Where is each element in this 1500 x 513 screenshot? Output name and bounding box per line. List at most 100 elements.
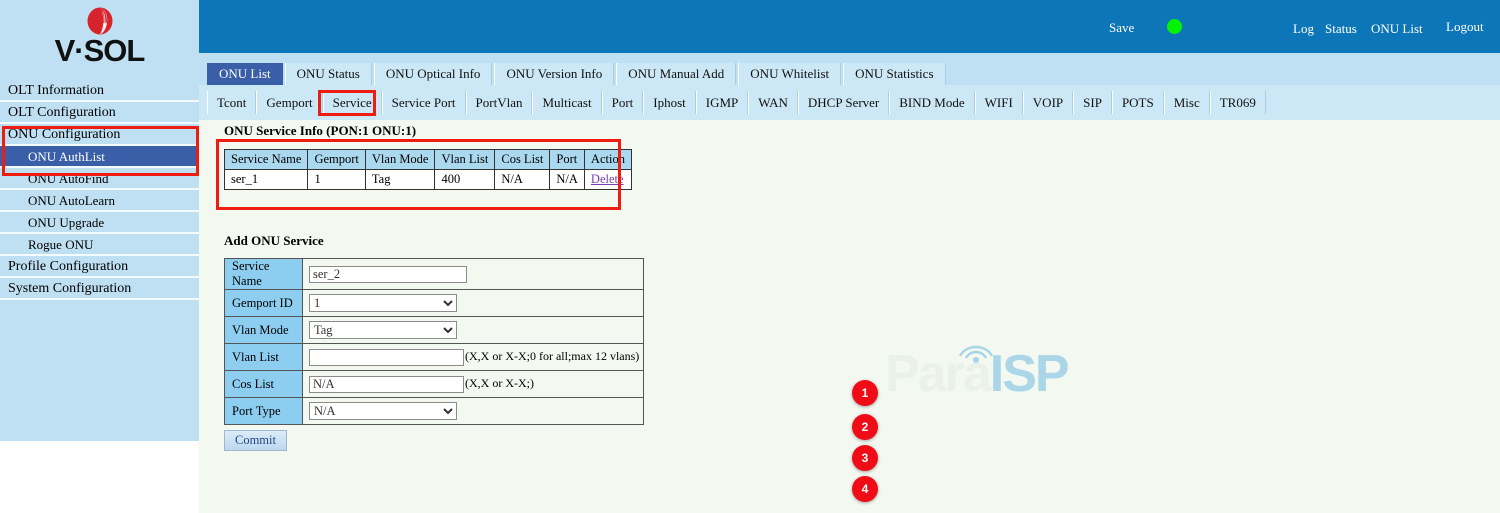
tab-sip[interactable]: SIP bbox=[1073, 91, 1112, 114]
sidebar-item-olt-configuration[interactable]: OLT Configuration bbox=[0, 102, 199, 124]
tab-tr069[interactable]: TR069 bbox=[1210, 91, 1266, 114]
tab-wan[interactable]: WAN bbox=[748, 91, 798, 114]
table-cell-cos-list: N/A bbox=[495, 170, 550, 190]
tab-portvlan[interactable]: PortVlan bbox=[466, 91, 533, 114]
tab-misc[interactable]: Misc bbox=[1164, 91, 1210, 114]
tab-onu-status[interactable]: ONU Status bbox=[285, 63, 372, 85]
tab-pots[interactable]: POTS bbox=[1112, 91, 1164, 114]
tab-wifi[interactable]: WIFI bbox=[975, 91, 1023, 114]
primary-tab-bar: ONU ListONU StatusONU Optical InfoONU Ve… bbox=[199, 53, 1500, 85]
tab-igmp[interactable]: IGMP bbox=[696, 91, 749, 114]
delete-link[interactable]: Delete bbox=[591, 172, 624, 186]
app-root: V·SOL OLT InformationOLT ConfigurationON… bbox=[0, 0, 1500, 513]
table-cell-vlan-mode: Tag bbox=[365, 170, 435, 190]
label-vlan-list: Vlan List bbox=[225, 344, 303, 371]
sidebar-item-onu-autofind[interactable]: ONU AutoFind bbox=[0, 168, 199, 190]
table-header-cell: Vlan List bbox=[435, 150, 495, 170]
brand-wordmark: V·SOL bbox=[55, 35, 145, 66]
table-header-cell: Gemport bbox=[308, 150, 365, 170]
table-cell-service-name: ser_1 bbox=[225, 170, 308, 190]
table-cell-action[interactable]: Delete bbox=[584, 170, 631, 190]
table-header-cell: Service Name bbox=[225, 150, 308, 170]
cos-list-input[interactable] bbox=[309, 376, 464, 393]
tab-service[interactable]: Service bbox=[323, 91, 382, 114]
callout-badge-4: 4 bbox=[852, 476, 878, 502]
vlan-list-input[interactable] bbox=[309, 349, 464, 366]
callout-badge-3: 3 bbox=[852, 445, 878, 471]
vlan-list-hint: (X,X or X-X;0 for all;max 12 vlans) bbox=[465, 349, 639, 363]
table-row: ser_11Tag400N/AN/ADelete bbox=[225, 170, 632, 190]
port-type-select[interactable]: N/AETHWIFIPOTS bbox=[309, 402, 457, 420]
vlan-mode-select[interactable]: TagTransparentTranslation bbox=[309, 321, 457, 339]
topbar-link-logout[interactable]: Logout bbox=[1446, 19, 1484, 35]
tab-onu-whitelist[interactable]: ONU Whitelist bbox=[738, 63, 841, 85]
label-gemport-id: Gemport ID bbox=[225, 290, 303, 317]
sidebar-item-olt-information[interactable]: OLT Information bbox=[0, 80, 199, 102]
service-name-input[interactable] bbox=[309, 266, 467, 283]
tab-service-port[interactable]: Service Port bbox=[382, 91, 466, 114]
tab-tcont[interactable]: Tcont bbox=[207, 91, 256, 114]
secondary-tab-bar: TcontGemportServiceService PortPortVlanM… bbox=[199, 85, 1500, 120]
sidebar-item-onu-autolearn[interactable]: ONU AutoLearn bbox=[0, 190, 199, 212]
table-header-cell: Port bbox=[550, 150, 585, 170]
brand-logo: V·SOL bbox=[0, 0, 199, 80]
form-row-cos-list: Cos List (X,X or X-X;) bbox=[225, 371, 644, 398]
add-service-title: Add ONU Service bbox=[224, 233, 324, 249]
form-row-vlan-list: Vlan List (X,X or X-X;0 for all;max 12 v… bbox=[225, 344, 644, 371]
tab-port[interactable]: Port bbox=[602, 91, 644, 114]
tab-onu-list[interactable]: ONU List bbox=[207, 63, 283, 85]
watermark-tower-icon bbox=[954, 338, 998, 372]
label-port-type: Port Type bbox=[225, 398, 303, 425]
callout-badge-2: 2 bbox=[852, 414, 878, 440]
sidebar-item-onu-configuration[interactable]: ONU Configuration bbox=[0, 124, 199, 146]
tab-onu-optical-info[interactable]: ONU Optical Info bbox=[374, 63, 493, 85]
commit-button[interactable]: Commit bbox=[224, 430, 287, 451]
tab-gemport[interactable]: Gemport bbox=[256, 91, 322, 114]
table-body: ser_11Tag400N/AN/ADelete bbox=[225, 170, 632, 190]
table-header-row: Service NameGemportVlan ModeVlan ListCos… bbox=[225, 150, 632, 170]
table-cell-port: N/A bbox=[550, 170, 585, 190]
form-row-service-name: Service Name bbox=[225, 259, 644, 290]
sidebar: V·SOL OLT InformationOLT ConfigurationON… bbox=[0, 0, 199, 441]
add-service-form: Service Name Gemport ID 1234 Vlan Mode T… bbox=[224, 258, 644, 425]
topbar-link-status[interactable]: Status bbox=[1325, 21, 1357, 37]
save-button[interactable]: Save bbox=[1109, 20, 1134, 36]
tab-multicast[interactable]: Multicast bbox=[532, 91, 601, 114]
sidebar-item-onu-upgrade[interactable]: ONU Upgrade bbox=[0, 212, 199, 234]
cos-list-hint: (X,X or X-X;) bbox=[465, 376, 534, 390]
form-row-port-type: Port Type N/AETHWIFIPOTS bbox=[225, 398, 644, 425]
form-row-gemport-id: Gemport ID 1234 bbox=[225, 290, 644, 317]
table-header-cell: Action bbox=[584, 150, 631, 170]
service-info-title: ONU Service Info (PON:1 ONU:1) bbox=[224, 123, 416, 139]
vsol-globe-icon bbox=[82, 2, 118, 38]
status-indicator-dot bbox=[1167, 19, 1182, 34]
tab-bind-mode[interactable]: BIND Mode bbox=[889, 91, 974, 114]
sidebar-nav: OLT InformationOLT ConfigurationONU Conf… bbox=[0, 80, 199, 300]
table-cell-vlan-list: 400 bbox=[435, 170, 495, 190]
table-header-cell: Vlan Mode bbox=[365, 150, 435, 170]
service-info-table: Service NameGemportVlan ModeVlan ListCos… bbox=[224, 149, 632, 190]
topbar: Save Log Status ONU List Logout bbox=[199, 0, 1500, 53]
main-content: ParaISP ONU Service Info (PON:1 ONU:1) S… bbox=[199, 120, 1500, 513]
label-service-name: Service Name bbox=[225, 259, 303, 290]
label-cos-list: Cos List bbox=[225, 371, 303, 398]
tab-iphost[interactable]: Iphost bbox=[643, 91, 696, 114]
form-row-vlan-mode: Vlan Mode TagTransparentTranslation bbox=[225, 317, 644, 344]
sidebar-item-onu-authlist[interactable]: ONU AuthList bbox=[0, 146, 199, 168]
sidebar-item-system-configuration[interactable]: System Configuration bbox=[0, 278, 199, 300]
callout-badge-1: 1 bbox=[852, 380, 878, 406]
topbar-link-log[interactable]: Log bbox=[1293, 21, 1314, 37]
sidebar-item-rogue-onu[interactable]: Rogue ONU bbox=[0, 234, 199, 256]
tab-dhcp-server[interactable]: DHCP Server bbox=[798, 91, 889, 114]
tab-onu-version-info[interactable]: ONU Version Info bbox=[494, 63, 614, 85]
sidebar-item-profile-configuration[interactable]: Profile Configuration bbox=[0, 256, 199, 278]
watermark-bright-text: ISP bbox=[990, 345, 1068, 403]
tab-onu-manual-add[interactable]: ONU Manual Add bbox=[616, 63, 736, 85]
topbar-link-onu-list[interactable]: ONU List bbox=[1371, 21, 1423, 37]
gemport-id-select[interactable]: 1234 bbox=[309, 294, 457, 312]
tab-onu-statistics[interactable]: ONU Statistics bbox=[843, 63, 945, 85]
table-header-cell: Cos List bbox=[495, 150, 550, 170]
table-cell-gemport: 1 bbox=[308, 170, 365, 190]
tab-voip[interactable]: VOIP bbox=[1023, 91, 1073, 114]
label-vlan-mode: Vlan Mode bbox=[225, 317, 303, 344]
